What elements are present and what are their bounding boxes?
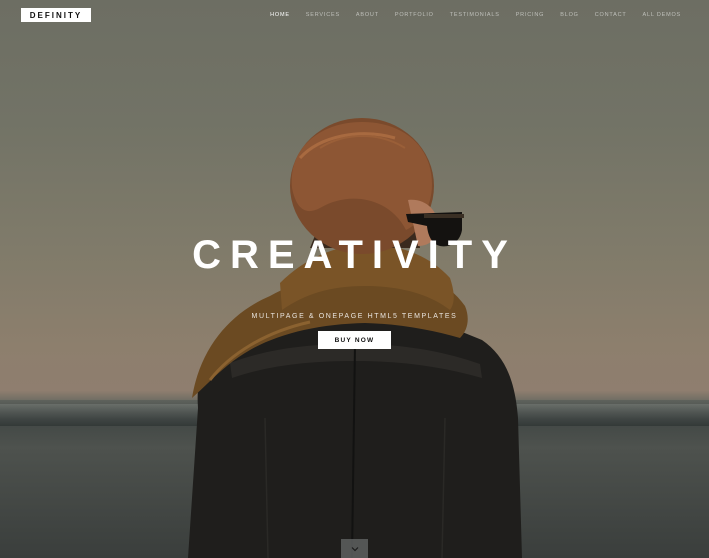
buy-now-button[interactable]: BUY NOW [318, 331, 391, 349]
nav-item-about[interactable]: ABOUT [356, 12, 379, 18]
nav-item-all-demos[interactable]: ALL DEMOS [643, 12, 681, 18]
hero-background: DEFINITY HOME SERVICES ABOUT PORTFOLIO T… [0, 0, 709, 558]
scroll-down-button[interactable] [341, 539, 368, 558]
nav-item-services[interactable]: SERVICES [306, 12, 340, 18]
main-navigation: HOME SERVICES ABOUT PORTFOLIO TESTIMONIA… [254, 12, 681, 18]
nav-item-testimonials[interactable]: TESTIMONIALS [450, 12, 500, 18]
hero-headline: CREATIVITY [192, 233, 517, 277]
brand-logo[interactable]: DEFINITY [21, 8, 91, 22]
chevron-down-icon [351, 546, 358, 551]
nav-item-blog[interactable]: BLOG [560, 12, 578, 18]
nav-item-pricing[interactable]: PRICING [516, 12, 545, 18]
nav-item-portfolio[interactable]: PORTFOLIO [395, 12, 434, 18]
hero-subtitle: MULTIPAGE & ONEPAGE HTML5 TEMPLATES [251, 313, 458, 320]
nav-item-contact[interactable]: CONTACT [595, 12, 627, 18]
nav-item-home[interactable]: HOME [270, 12, 290, 18]
